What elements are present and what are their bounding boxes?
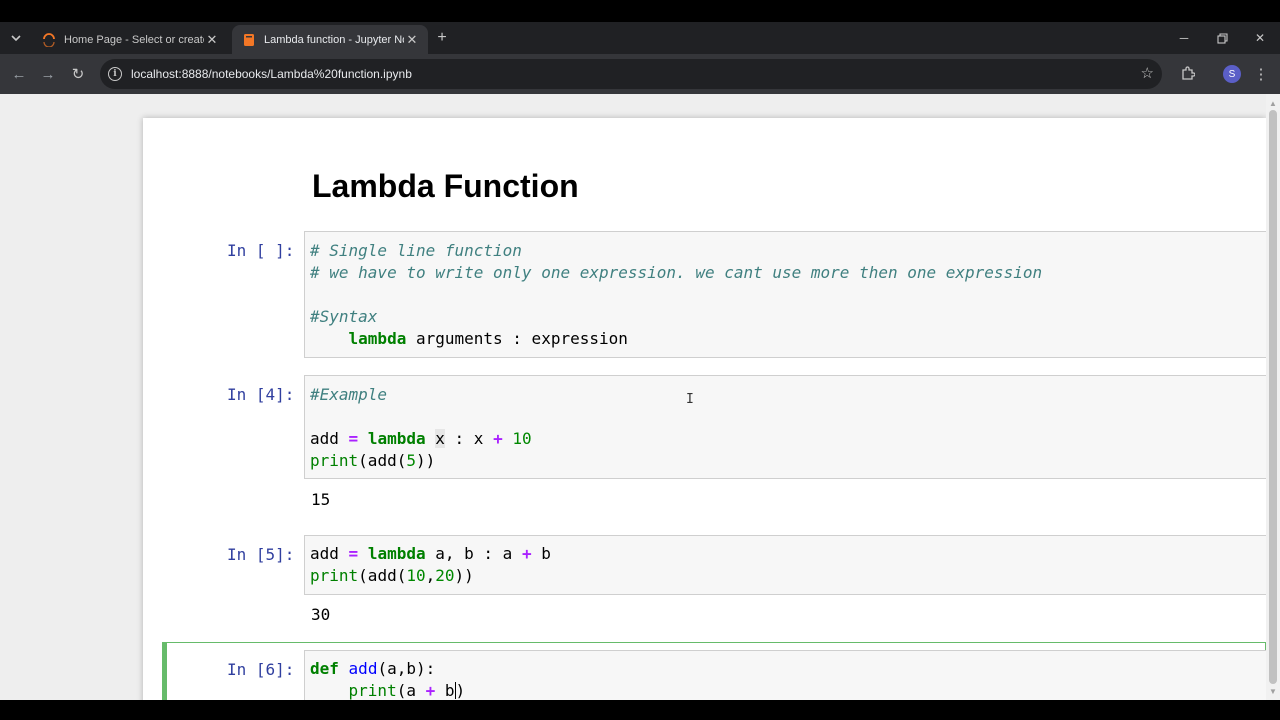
restore-icon[interactable] xyxy=(1210,28,1234,48)
code-cell-editor[interactable]: def add(a,b): print(a + b) xyxy=(310,658,465,702)
extensions-puzzle-icon[interactable] xyxy=(1178,63,1198,83)
browser-tabstrip: Home Page - Select or create a notebook … xyxy=(0,22,1280,54)
cell-prompt: In [ ]: xyxy=(227,241,295,260)
code-line: #Example xyxy=(310,385,388,404)
tab-search-chevron-icon[interactable] xyxy=(4,26,28,50)
tab-lambda-function[interactable]: Lambda function - Jupyter Notebook ✕ xyxy=(232,25,428,54)
mouse-ibeam-cursor-icon: I xyxy=(686,392,694,407)
jupyter-logo-icon xyxy=(42,32,56,47)
scrollbar-thumb[interactable] xyxy=(1269,110,1277,684)
code-line: #Syntax xyxy=(310,307,378,326)
tab-close-icon[interactable]: ✕ xyxy=(204,32,220,48)
code-cell-editor[interactable]: add = lambda a, b : a + b print(add(10,2… xyxy=(310,543,551,587)
scroll-up-icon[interactable]: ▲ xyxy=(1266,96,1280,110)
browser-toolbar: ← → ↻ i localhost:8888/notebooks/Lambda%… xyxy=(0,54,1280,94)
minimize-icon[interactable]: ─ xyxy=(1172,28,1196,48)
top-black-bar xyxy=(0,0,1280,22)
bookmark-star-icon[interactable]: ☆ xyxy=(1141,64,1154,82)
site-info-icon[interactable]: i xyxy=(108,67,122,81)
tab-title: Home Page - Select or create a notebook xyxy=(64,33,204,46)
bottom-black-bar xyxy=(0,700,1280,720)
window-close-icon[interactable]: ✕ xyxy=(1248,28,1272,48)
address-bar[interactable]: i localhost:8888/notebooks/Lambda%20func… xyxy=(100,59,1162,89)
tab-title: Lambda function - Jupyter Notebook xyxy=(264,33,404,46)
code-cell-editor[interactable]: #Example add = lambda x : x + 10 print(a… xyxy=(310,384,532,472)
forward-arrow-icon[interactable]: → xyxy=(37,63,59,85)
reload-icon[interactable]: ↻ xyxy=(67,63,89,85)
cell-output: 15 xyxy=(311,490,331,509)
profile-avatar[interactable]: S xyxy=(1223,65,1241,83)
notebook-book-icon xyxy=(242,33,256,47)
text-caret xyxy=(454,682,456,699)
scroll-down-icon[interactable]: ▼ xyxy=(1266,684,1280,698)
code-cell-editor[interactable]: # Single line function # we have to writ… xyxy=(310,240,1042,350)
code-line: # we have to write only one expression. … xyxy=(310,263,1043,282)
cell-prompt: In [4]: xyxy=(227,385,295,404)
tab-home-page[interactable]: Home Page - Select or create a notebook … xyxy=(32,25,228,54)
new-tab-plus-icon[interactable]: + xyxy=(432,28,452,48)
cell-prompt: In [6]: xyxy=(227,660,295,679)
cell-output: 30 xyxy=(311,605,331,624)
browser-menu-icon[interactable]: ⋮ xyxy=(1253,64,1269,84)
url-text[interactable]: localhost:8888/notebooks/Lambda%20functi… xyxy=(131,67,412,81)
cell-prompt: In [5]: xyxy=(227,545,295,564)
code-line: # Single line function xyxy=(310,241,522,260)
page-scrollbar[interactable]: ▲ ▼ xyxy=(1266,94,1280,700)
back-arrow-icon[interactable]: ← xyxy=(8,63,30,85)
notebook-heading: Lambda Function xyxy=(312,168,579,204)
tab-close-icon[interactable]: ✕ xyxy=(404,32,420,48)
